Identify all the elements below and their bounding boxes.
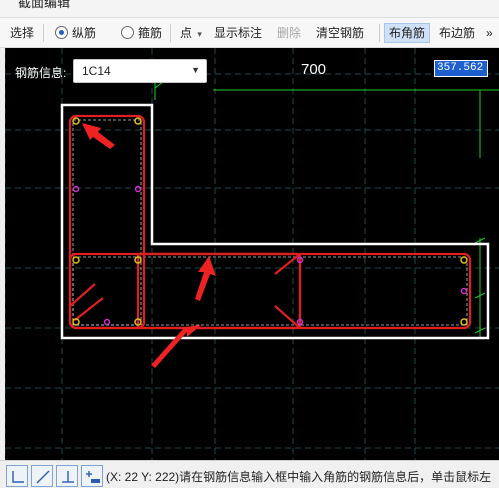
select-button[interactable]: 选择 <box>10 23 34 43</box>
rebar-info-value: 1C14 <box>82 64 111 78</box>
clear-rebar-button[interactable]: 清空钢筋 <box>316 23 364 43</box>
perpendicular-mode-button[interactable] <box>56 465 78 487</box>
longitudinal-radio-label[interactable]: 纵筋 <box>72 23 96 43</box>
edge-rebars <box>72 185 468 326</box>
toolbar: 选择 纵筋 箍筋 点 ▾ 显示标注 删除 清空钢筋 布角筋 布边筋 » <box>0 18 499 48</box>
snap-plus-icon <box>86 471 100 483</box>
rebar-info-label: 钢筋信息: <box>15 66 67 80</box>
drawing-canvas[interactable]: 钢筋信息: 1C14 ▼ 700 357.562 <box>5 48 499 460</box>
diagonal-line-icon <box>36 470 50 484</box>
status-bar: (X: 22 Y: 222)请在钢筋信息输入框中输入角筋的钢筋信息后，单击鼠标左 <box>0 460 499 488</box>
chevron-down-icon: ▼ <box>191 65 200 75</box>
toolbar-separator <box>379 24 380 42</box>
point-dropdown[interactable]: 点 ▾ <box>180 23 202 43</box>
chevron-down-icon: ▾ <box>197 29 202 39</box>
cover-lines <box>72 119 468 326</box>
stirrups <box>68 114 472 330</box>
corner-rebars <box>72 117 468 326</box>
angle-mode-button[interactable] <box>31 465 53 487</box>
dimension-label: 700 <box>301 61 327 78</box>
window-title: 截面编辑 <box>18 0 71 10</box>
place-corner-rebar-button[interactable]: 布角筋 <box>384 23 431 43</box>
longitudinal-radio[interactable] <box>55 26 68 39</box>
rebar-info-select[interactable]: 1C14 ▼ <box>73 59 207 83</box>
snap-mode-button[interactable] <box>81 465 103 487</box>
place-edge-rebar-button[interactable]: 布边筋 <box>439 23 475 43</box>
annotation-arrows <box>82 123 216 368</box>
toolbar-separator <box>170 24 171 42</box>
toolbar-separator <box>43 24 44 42</box>
perpendicular-icon <box>62 471 74 483</box>
more-tools-button[interactable]: » <box>486 23 493 43</box>
point-dropdown-label: 点 <box>180 26 193 40</box>
section-drawing <box>5 48 499 460</box>
orthogonal-mode-button[interactable] <box>6 465 28 487</box>
stirrup-radio[interactable] <box>121 26 134 39</box>
stirrup-radio-label[interactable]: 箍筋 <box>138 23 162 43</box>
status-message: (X: 22 Y: 222)请在钢筋信息输入框中输入角筋的钢筋信息后，单击鼠标左 <box>106 470 492 484</box>
orthogonal-icon <box>12 471 24 483</box>
section-outline <box>60 103 490 340</box>
show-dimension-button[interactable]: 显示标注 <box>214 23 262 43</box>
dimension-lines <box>154 78 499 338</box>
delete-button[interactable]: 删除 <box>277 23 301 43</box>
dimension-input[interactable]: 357.562 <box>434 60 488 77</box>
title-bar: 截面编辑 <box>0 0 499 18</box>
